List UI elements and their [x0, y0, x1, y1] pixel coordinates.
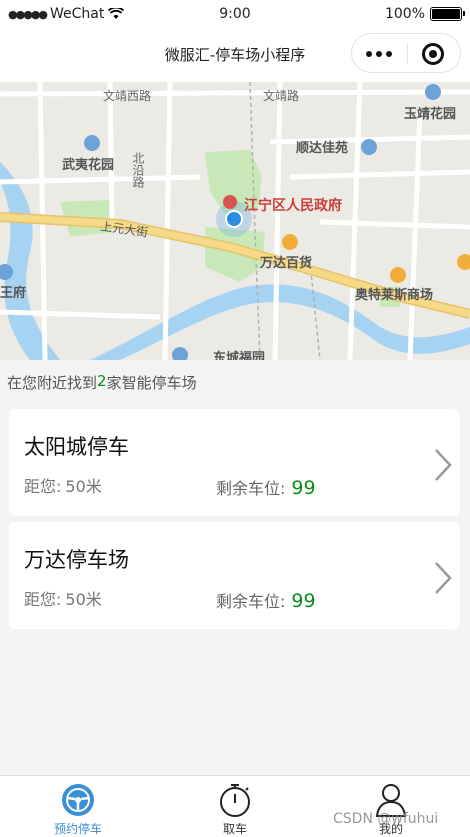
parking-name: 万达停车场 [24, 548, 129, 572]
chevron-right-icon[interactable] [433, 447, 453, 483]
nav-bar: 微服汇-停车场小程序 [0, 30, 470, 82]
poi-icon [425, 84, 441, 100]
map-label: 文靖路 [263, 88, 299, 103]
steering-wheel-icon [62, 784, 94, 816]
map-label: 玉靖花园 [404, 106, 456, 121]
parking-card[interactable]: 万达停车场 距您: 50米 剩余车位: 99 [9, 522, 460, 629]
parking-distance: 距您: 50米 [24, 473, 102, 497]
more-dots-icon[interactable] [366, 51, 392, 57]
battery-fill [432, 9, 460, 19]
river [0, 162, 60, 360]
distance-value: 50米 [65, 590, 102, 609]
map-view[interactable]: 文靖西路 文靖路 玉靖花园 武夷花园 北沿路 顺达佳苑 江宁区人民政府 上元大街… [0, 82, 470, 360]
parking-spots: 剩余车位: 99 [216, 588, 316, 612]
tab-bar: 预约停车 取车 我的 [0, 775, 470, 837]
csdn-watermark: CSDN @wfuhui [333, 811, 439, 827]
parking-count: 2 [97, 372, 107, 390]
battery-icon [430, 7, 465, 21]
tab-mine[interactable]: 我的 [361, 776, 421, 837]
map-label: 万达百货 [259, 255, 312, 270]
map-label: 武夷花园 [62, 157, 114, 172]
nearby-summary: 在您附近找到 2 家智能停车场 [7, 372, 197, 393]
map-label: 上元大街 [100, 219, 149, 240]
stopwatch-icon [220, 784, 250, 817]
spots-label: 剩余车位: [216, 592, 286, 611]
poi-icon [361, 139, 377, 155]
parking-name: 太阳城停车 [24, 435, 129, 459]
map-label: 北沿路 [131, 152, 145, 189]
poi-icon [84, 135, 100, 151]
map-label: 王府 [0, 285, 26, 300]
distance-label: 距您: [24, 477, 62, 496]
distance-label: 距您: [24, 590, 62, 609]
mini-program-capsule [351, 33, 461, 73]
battery-percent: 100% [384, 6, 425, 22]
status-bar: ●●●●● WeChat 9:00 100% [0, 0, 470, 30]
map-label: 东城福园 [213, 350, 265, 360]
tab-reserve-parking[interactable]: 预约停车 [48, 776, 108, 837]
map-label: 文靖西路 [103, 88, 151, 103]
spots-value: 99 [291, 590, 316, 612]
summary-prefix: 在您附近找到 [7, 374, 98, 392]
poi-icon [172, 347, 188, 360]
tab-label: 预约停车 [53, 822, 102, 836]
battery-status: 100% [384, 6, 465, 22]
summary-suffix: 家智能停车场 [106, 374, 197, 392]
tab-pickup[interactable]: 取车 [205, 776, 265, 837]
distance-value: 50米 [65, 477, 102, 496]
map-label: 江宁区人民政府 [244, 197, 342, 213]
capsule-close-icon[interactable] [422, 43, 444, 65]
poi-icon [223, 195, 237, 209]
parking-spots: 剩余车位: 99 [216, 475, 316, 499]
spots-label: 剩余车位: [216, 479, 286, 498]
poi-icon [390, 267, 406, 283]
chevron-right-icon[interactable] [433, 560, 453, 596]
capsule-divider [407, 44, 408, 64]
poi-icon [457, 254, 470, 270]
parking-distance: 距您: 50米 [24, 586, 102, 610]
map-label: 奥特莱斯商场 [355, 287, 433, 302]
spots-value: 99 [291, 477, 316, 499]
tab-label: 取车 [222, 822, 247, 836]
poi-icon [282, 234, 298, 250]
parking-card[interactable]: 太阳城停车 距您: 50米 剩余车位: 99 [9, 409, 460, 516]
my-location-icon[interactable] [227, 212, 241, 226]
page-title: 微服汇-停车场小程序 [164, 46, 306, 64]
map-label: 顺达佳苑 [296, 140, 348, 155]
